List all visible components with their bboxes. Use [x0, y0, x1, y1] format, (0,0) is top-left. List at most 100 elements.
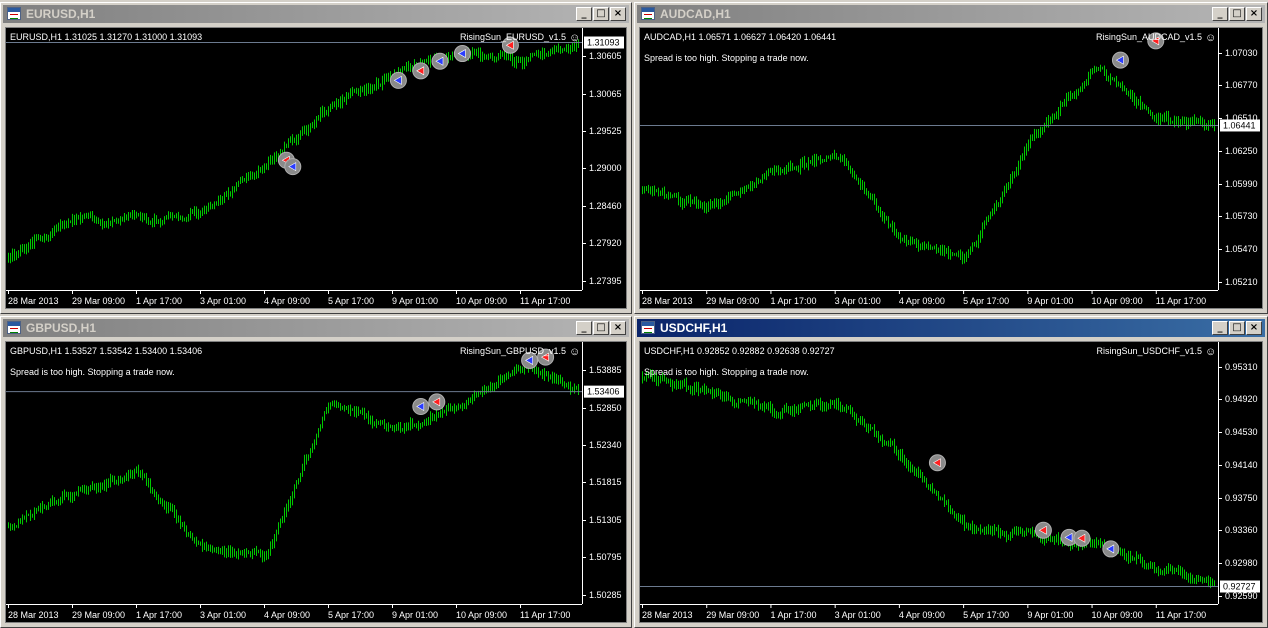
status-message: Spread is too high. Stopping a trade now…	[10, 367, 175, 377]
time-tick-label: 4 Apr 09:00	[899, 296, 945, 306]
price-tick-label: 1.06250	[1225, 146, 1258, 156]
time-tick-label: 10 Apr 09:00	[456, 296, 507, 306]
expert-advisor-label: RisingSun_USDCHF_v1.5	[1096, 346, 1202, 356]
time-tick-label: 4 Apr 09:00	[899, 610, 945, 620]
current-price-label: 0.92727	[1223, 582, 1256, 592]
time-tick-label: 5 Apr 17:00	[328, 296, 374, 306]
close-button[interactable]: ×	[610, 7, 626, 21]
price-tick-label: 1.06770	[1225, 80, 1258, 90]
price-tick-label: 1.29525	[589, 126, 622, 136]
chart-window-audcad[interactable]: AUDCAD,H1 _ □ × 1.07030 1.06770 1.06510 1.0…	[634, 2, 1268, 314]
price-chart[interactable]: 1.30605 1.30065 1.29525 1.29000 1.28460 1.279…	[5, 27, 627, 309]
price-tick-label: 0.93360	[1225, 525, 1258, 535]
price-tick-label: 1.29000	[589, 163, 622, 173]
buy-trade-marker	[431, 52, 449, 70]
current-price-label: 1.31093	[587, 38, 620, 48]
buy-trade-marker	[453, 45, 471, 63]
current-price-label: 1.53406	[587, 387, 620, 397]
time-tick-label: 29 Mar 09:00	[706, 610, 759, 620]
price-tick-label: 1.05730	[1225, 211, 1258, 221]
minimize-button[interactable]: _	[576, 321, 592, 335]
price-tick-label: 1.50795	[589, 552, 622, 562]
status-message: Spread is too high. Stopping a trade now…	[644, 367, 809, 377]
minimize-button[interactable]: _	[1212, 7, 1228, 21]
time-tick-label: 4 Apr 09:00	[264, 610, 310, 620]
time-tick-label: 11 Apr 17:00	[520, 610, 570, 620]
sell-trade-marker	[1073, 529, 1091, 547]
chart-canvas: 0.95310 0.94920 0.94530 0.94140 0.93750 0.933…	[640, 342, 1260, 620]
price-tick-label: 1.51815	[589, 477, 622, 487]
sell-trade-marker	[928, 454, 946, 472]
time-tick-label: 28 Mar 2013	[8, 610, 59, 620]
expert-advisor-label: RisingSun_EURUSD_v1.5	[460, 32, 566, 42]
titlebar-eurusd[interactable]: EURUSD,H1 _ □ ×	[3, 5, 629, 23]
time-tick-label: 28 Mar 2013	[8, 296, 59, 306]
price-tick-label: 0.93750	[1225, 493, 1258, 503]
time-tick-label: 11 Apr 17:00	[520, 296, 570, 306]
chart-window-icon	[641, 321, 655, 334]
price-tick-label: 1.30605	[589, 51, 622, 61]
price-chart[interactable]: 1.07030 1.06770 1.06510 1.06250 1.05990 1.057…	[639, 27, 1263, 309]
chart-window-eurusd[interactable]: EURUSD,H1 _ □ × 1.30605 1.30065 1.29525 1.2…	[0, 2, 632, 314]
symbol-info-label: GBPUSD,H1 1.53527 1.53542 1.53400 1.5340…	[10, 346, 202, 356]
maximize-button[interactable]: □	[1229, 7, 1245, 21]
price-chart[interactable]: 1.53885 1.52850 1.52340 1.51815 1.51305 1.507…	[5, 341, 627, 623]
buy-trade-marker	[1111, 51, 1129, 69]
minimize-button[interactable]: _	[1212, 321, 1228, 335]
price-tick-label: 1.07030	[1225, 48, 1258, 58]
symbol-info-label: USDCHF,H1 0.92852 0.92882 0.92638 0.9272…	[644, 346, 835, 356]
price-tick-label: 1.52850	[589, 403, 622, 413]
titlebar-audcad[interactable]: AUDCAD,H1 _ □ ×	[637, 5, 1265, 23]
price-tick-label: 1.27920	[589, 238, 622, 248]
chart-window-icon	[641, 7, 655, 20]
titlebar-usdchf[interactable]: USDCHF,H1 _ □ ×	[637, 319, 1265, 337]
price-tick-label: 0.94530	[1225, 427, 1258, 437]
time-tick-label: 28 Mar 2013	[642, 610, 693, 620]
close-button[interactable]: ×	[610, 321, 626, 335]
buy-trade-marker	[389, 71, 407, 89]
price-tick-label: 1.52340	[589, 440, 622, 450]
chart-window-usdchf[interactable]: USDCHF,H1 _ □ × 0.95310 0.94920 0.94530 0.9…	[634, 316, 1268, 628]
close-button[interactable]: ×	[1246, 321, 1262, 335]
time-tick-label: 1 Apr 17:00	[770, 610, 816, 620]
buy-trade-marker	[412, 398, 430, 416]
time-tick-label: 28 Mar 2013	[642, 296, 693, 306]
maximize-button[interactable]: □	[593, 7, 609, 21]
time-tick-label: 9 Apr 01:00	[1027, 610, 1073, 620]
price-chart[interactable]: 0.95310 0.94920 0.94530 0.94140 0.93750 0.933…	[639, 341, 1263, 623]
buy-trade-marker	[1102, 540, 1120, 558]
minimize-button[interactable]: _	[576, 7, 592, 21]
status-message: Spread is too high. Stopping a trade now…	[644, 53, 809, 63]
maximize-button[interactable]: □	[593, 321, 609, 335]
titlebar-gbpusd[interactable]: GBPUSD,H1 _ □ ×	[3, 319, 629, 337]
time-tick-label: 4 Apr 09:00	[264, 296, 310, 306]
price-tick-label: 0.95310	[1225, 362, 1258, 372]
time-tick-label: 29 Mar 09:00	[706, 296, 759, 306]
chart-canvas: 1.070301.067701.065101.062501.059901.057…	[640, 28, 1260, 306]
time-tick-label: 1 Apr 17:00	[136, 610, 182, 620]
price-series	[8, 360, 579, 563]
window-title: AUDCAD,H1	[660, 7, 731, 21]
time-tick-label: 11 Apr 17:00	[1156, 610, 1206, 620]
time-tick-label: 9 Apr 01:00	[392, 296, 438, 306]
price-tick-label: 1.05470	[1225, 244, 1258, 254]
sell-trade-marker	[1034, 521, 1052, 539]
price-tick-label: 1.28460	[589, 201, 622, 211]
sell-trade-marker	[428, 393, 446, 411]
close-button[interactable]: ×	[1246, 7, 1262, 21]
time-tick-label: 10 Apr 09:00	[1092, 296, 1143, 306]
time-tick-label: 3 Apr 01:00	[200, 610, 246, 620]
time-tick-label: 10 Apr 09:00	[1092, 610, 1143, 620]
time-tick-label: 29 Mar 09:00	[72, 610, 125, 620]
price-tick-label: 1.05990	[1225, 179, 1258, 189]
time-tick-label: 3 Apr 01:00	[200, 296, 246, 306]
time-tick-label: 9 Apr 01:00	[392, 610, 438, 620]
price-tick-label: 1.50285	[589, 590, 622, 600]
price-tick-label: 1.30065	[589, 89, 622, 99]
maximize-button[interactable]: □	[1229, 321, 1245, 335]
chart-canvas: 1.30605 1.30065 1.29525 1.29000 1.28460 1.279…	[6, 28, 624, 306]
time-tick-label: 3 Apr 01:00	[835, 296, 881, 306]
time-tick-label: 10 Apr 09:00	[456, 610, 507, 620]
time-tick-label: 29 Mar 09:00	[72, 296, 125, 306]
chart-window-gbpusd[interactable]: GBPUSD,H1 _ □ × 1.53885 1.52850 1.52340 1.5…	[0, 316, 632, 628]
